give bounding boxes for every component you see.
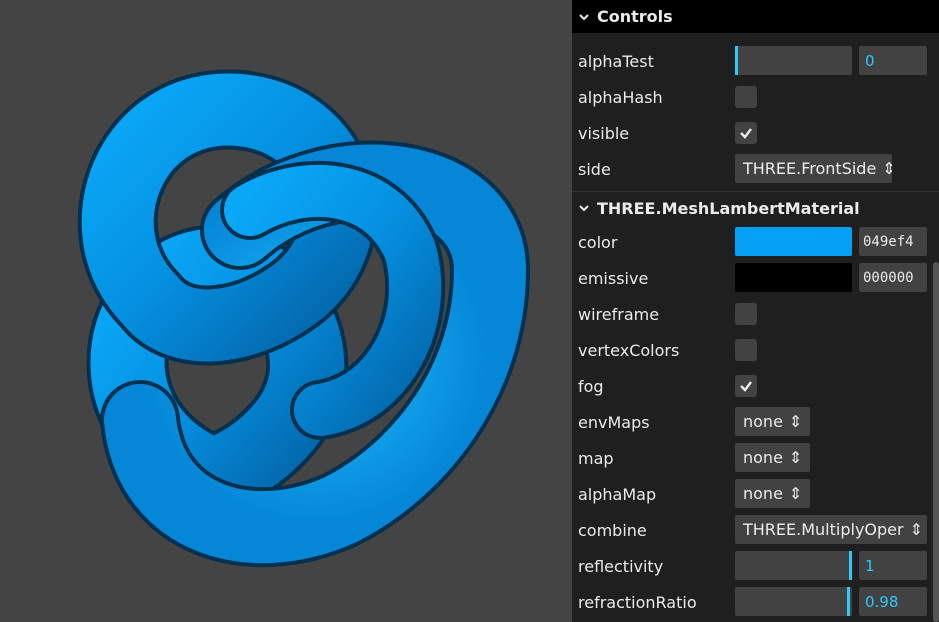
alphatest-slider-handle[interactable]: [735, 46, 738, 75]
alphahash-checkbox[interactable]: [735, 86, 757, 108]
alphatest-value[interactable]: 0: [859, 46, 927, 75]
envmaps-label: envMaps: [578, 412, 650, 432]
emissive-row: emissive 000000: [572, 260, 939, 296]
color-hex-input[interactable]: 049ef4: [859, 227, 927, 256]
reflectivity-row: reflectivity 1: [572, 548, 939, 584]
side-select-value: THREE.FrontSide: [743, 159, 877, 178]
gui-panel: Controls alphaTest 0 alphaHash visible s…: [572, 0, 939, 622]
color-row: color 049ef4: [572, 224, 939, 260]
envmaps-row: envMaps none ⇕: [572, 404, 939, 440]
chevron-down-icon: [579, 13, 589, 20]
panel-scrollbar[interactable]: [933, 262, 939, 622]
select-arrows-icon: ⇕: [788, 412, 803, 431]
alphamap-row: alphaMap none ⇕: [572, 476, 939, 512]
emissive-label: emissive: [578, 268, 649, 288]
fog-checkbox[interactable]: [735, 375, 757, 397]
combine-select[interactable]: THREE.MultiplyOper ⇕: [735, 515, 927, 544]
combine-row: combine THREE.MultiplyOper ⇕: [572, 512, 939, 548]
map-select-value: none: [743, 448, 783, 467]
emissive-hex-input[interactable]: 000000: [859, 263, 927, 292]
vertexcolors-label: vertexColors: [578, 340, 680, 360]
select-arrows-icon: ⇕: [788, 484, 803, 503]
combine-select-value: THREE.MultiplyOper: [743, 520, 904, 539]
color-label: color: [578, 232, 618, 252]
side-row: side THREE.FrontSide ⇕: [572, 151, 939, 187]
visible-label: visible: [578, 123, 630, 143]
fog-row: fog: [572, 368, 939, 404]
alphamap-label: alphaMap: [578, 484, 657, 504]
map-label: map: [578, 448, 614, 468]
reflectivity-value[interactable]: 1: [859, 551, 927, 580]
material-title: THREE.MeshLambertMaterial: [597, 198, 860, 218]
3d-viewport[interactable]: [0, 0, 572, 622]
refractionratio-value[interactable]: 0.98: [859, 587, 927, 616]
alphatest-slider[interactable]: [735, 46, 852, 75]
refractionratio-slider[interactable]: [735, 587, 852, 616]
controls-folder-title[interactable]: Controls: [572, 0, 939, 33]
combine-label: combine: [578, 520, 647, 540]
emissive-swatch[interactable]: [735, 263, 852, 292]
torus-knot-render: [77, 69, 530, 568]
side-select[interactable]: THREE.FrontSide ⇕: [735, 154, 892, 183]
wireframe-label: wireframe: [578, 304, 660, 324]
refractionratio-row: refractionRatio 0.98: [572, 584, 939, 620]
vertexcolors-row: vertexColors: [572, 332, 939, 368]
chevron-down-icon: [579, 205, 589, 212]
envmaps-select-value: none: [743, 412, 783, 431]
select-arrows-icon: ⇕: [788, 448, 803, 467]
refractionratio-label: refractionRatio: [578, 592, 697, 612]
visible-checkbox[interactable]: [735, 122, 757, 144]
map-row: map none ⇕: [572, 440, 939, 476]
checkmark-icon: [740, 128, 752, 139]
map-select[interactable]: none ⇕: [735, 443, 810, 472]
visible-row: visible: [572, 115, 939, 151]
alphatest-row: alphaTest 0: [572, 43, 939, 79]
wireframe-checkbox[interactable]: [735, 303, 757, 325]
controls-title: Controls: [597, 7, 673, 26]
reflectivity-slider[interactable]: [735, 551, 852, 580]
material-folder-title[interactable]: THREE.MeshLambertMaterial: [572, 191, 939, 224]
select-arrows-icon: ⇕: [909, 520, 923, 539]
color-swatch[interactable]: [735, 227, 852, 256]
side-label: side: [578, 159, 611, 179]
reflectivity-label: reflectivity: [578, 556, 664, 576]
refractionratio-slider-handle[interactable]: [847, 587, 850, 616]
alphamap-select-value: none: [743, 484, 783, 503]
select-arrows-icon: ⇕: [882, 159, 892, 178]
checkmark-icon: [740, 381, 752, 392]
vertexcolors-checkbox[interactable]: [735, 339, 757, 361]
reflectivity-slider-handle[interactable]: [849, 551, 852, 580]
fog-label: fog: [578, 376, 604, 396]
envmaps-select[interactable]: none ⇕: [735, 407, 810, 436]
alphahash-row: alphaHash: [572, 79, 939, 115]
wireframe-row: wireframe: [572, 296, 939, 332]
alphahash-label: alphaHash: [578, 87, 663, 107]
alphatest-label: alphaTest: [578, 51, 654, 71]
alphamap-select[interactable]: none ⇕: [735, 479, 810, 508]
